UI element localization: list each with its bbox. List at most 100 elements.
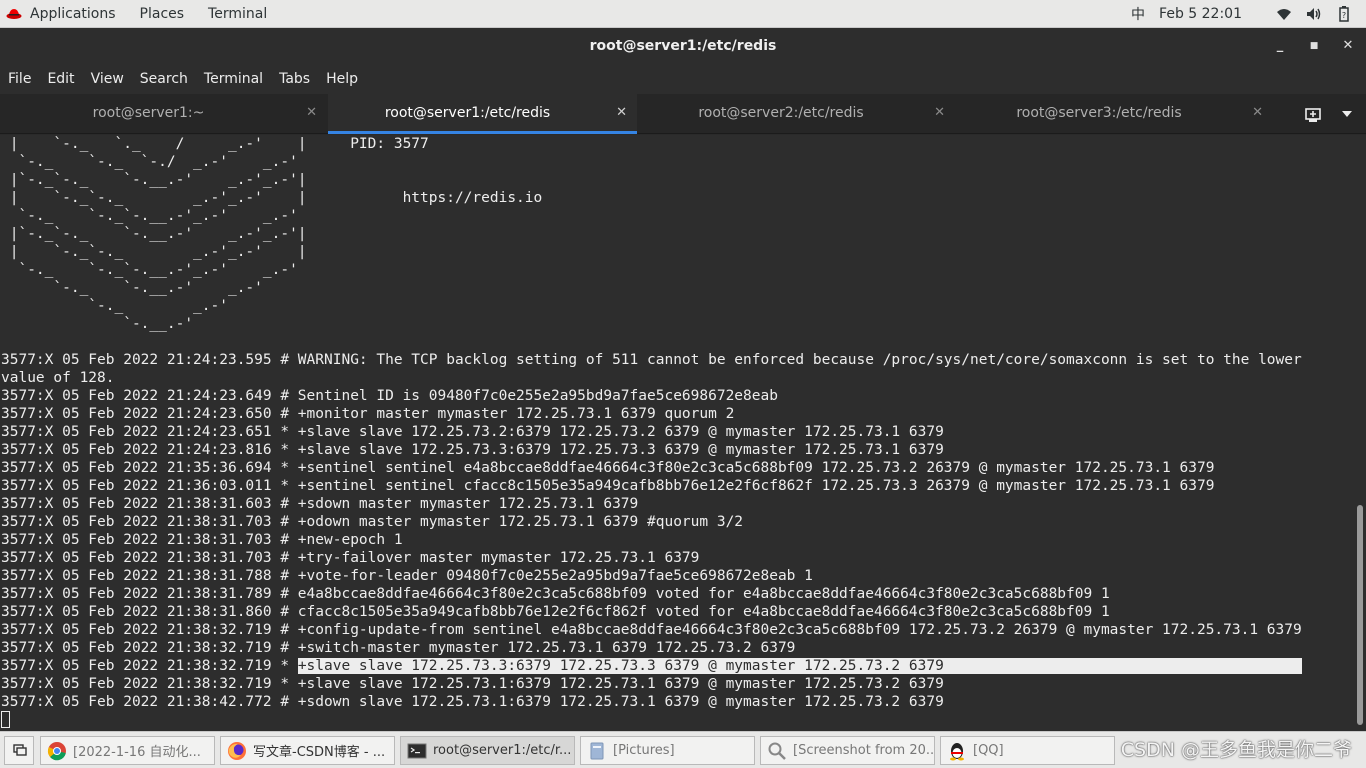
taskbar-item-chrome[interactable]: [2022-1-16 自动化... — [40, 736, 215, 765]
taskbar-item-label: root@server1:/etc/r... — [433, 743, 572, 758]
terminal-line-prefix: 3577:X 05 Feb 2022 21:38:32.719 * — [1, 658, 298, 674]
terminal-line: `-.__.-' — [1, 316, 194, 332]
terminal-prompt-line — [1, 711, 1302, 729]
folder-icon — [590, 742, 604, 759]
taskbar-item-image-viewer[interactable]: [Screenshot from 20... — [760, 736, 935, 765]
tab-label: root@server2:/etc/redis — [698, 105, 864, 121]
terminal-tabs: root@server1:~ ✕ root@server1:/etc/redis… — [0, 94, 1366, 134]
terminal-line: 3577:X 05 Feb 2022 21:24:23.650 # +monit… — [1, 406, 735, 422]
gnome-top-bar: Applications Places Terminal 中 Feb 5 22:… — [0, 0, 1366, 28]
terminal-line: | `-._ `._ / _.-' | PID: 3577 — [1, 136, 429, 152]
taskbar-item-firefox[interactable]: 写文章-CSDN博客 - ... — [220, 736, 395, 765]
tab-label: root@server1:~ — [92, 105, 205, 121]
terminal-line: value of 128. — [1, 370, 115, 386]
applications-menu[interactable]: Applications — [6, 6, 116, 22]
terminal-line: 3577:X 05 Feb 2022 21:38:31.703 # +new-e… — [1, 532, 403, 548]
input-method-indicator[interactable]: 中 — [1131, 4, 1145, 24]
terminal-cursor — [1, 711, 10, 728]
terminal-scrollbar[interactable] — [1357, 505, 1363, 725]
taskbar-item-label: [QQ] — [973, 743, 1004, 758]
places-menu[interactable]: Places — [140, 6, 185, 22]
terminal-line: 3577:X 05 Feb 2022 21:38:31.703 # +try-f… — [1, 550, 700, 566]
tab-server1-redis[interactable]: root@server1:/etc/redis ✕ — [328, 94, 637, 134]
terminal-line: 3577:X 05 Feb 2022 21:38:31.860 # cfacc8… — [1, 604, 1110, 620]
terminal-line: 3577:X 05 Feb 2022 21:38:42.772 # +sdown… — [1, 694, 944, 710]
terminal-line: `-._ `-._`-.__.-'_.-' _.-' — [1, 262, 298, 278]
show-desktop-button[interactable] — [4, 736, 34, 765]
places-label: Places — [139, 6, 185, 22]
terminal-line: 3577:X 05 Feb 2022 21:38:31.703 # +odown… — [1, 514, 744, 530]
terminal-line: 3577:X 05 Feb 2022 21:38:32.719 # +switc… — [1, 640, 796, 656]
redhat-icon — [6, 9, 22, 19]
svg-text:?: ? — [1342, 11, 1346, 20]
taskbar-item-label: [2022-1-16 自动化... — [73, 745, 201, 760]
terminal-line: |`-._`-._ `-.__.-' _.-'_.-'| — [1, 226, 307, 242]
window-title: root@server1:/etc/redis — [589, 38, 777, 54]
show-desktop-icon — [13, 744, 27, 756]
csdn-watermark: CSDN @王多鱼我是你二爷 — [1120, 739, 1352, 761]
tab-label: root@server3:/etc/redis — [1016, 105, 1182, 121]
terminal-output[interactable]: | `-._ `._ / _.-' | PID: 3577 `-._ `-._ … — [0, 135, 1366, 731]
qq-icon — [950, 742, 964, 760]
terminal-text: | `-._ `._ / _.-' | PID: 3577 `-._ `-._ … — [1, 135, 1302, 729]
clock[interactable]: Feb 5 22:01 — [1159, 6, 1242, 22]
menu-file[interactable]: File — [8, 71, 31, 87]
battery-icon[interactable]: ? — [1336, 6, 1352, 22]
chrome-icon — [47, 741, 66, 760]
terminal-line: `-._ `-._`-.__.-'_.-' _.-' — [1, 208, 298, 224]
menu-terminal[interactable]: Terminal — [204, 71, 263, 87]
taskbar-item-qq[interactable]: [QQ] — [940, 736, 1115, 765]
close-tab-icon[interactable]: ✕ — [306, 94, 317, 132]
minimize-button[interactable]: _ — [1271, 37, 1289, 55]
close-tab-icon[interactable]: ✕ — [1252, 94, 1263, 132]
tab-server2-redis[interactable]: root@server2:/etc/redis ✕ — [637, 94, 955, 134]
close-window-button[interactable]: ✕ — [1339, 37, 1357, 55]
active-tab-indicator — [328, 131, 637, 134]
terminal-line: 3577:X 05 Feb 2022 21:24:23.651 * +slave… — [1, 424, 944, 440]
terminal-line: 3577:X 05 Feb 2022 21:35:36.694 * +senti… — [1, 460, 1215, 476]
terminal-line: 3577:X 05 Feb 2022 21:38:31.603 # +sdown… — [1, 496, 639, 512]
tab-server3-redis[interactable]: root@server3:/etc/redis ✕ — [955, 94, 1273, 134]
terminal-line: 3577:X 05 Feb 2022 21:24:23.816 * +slave… — [1, 442, 944, 458]
terminal-line: | `-._`-._ _.-'_.-' | — [1, 244, 307, 260]
terminal-line: 3577:X 05 Feb 2022 21:36:03.011 * +senti… — [1, 478, 1215, 494]
terminal-line: | `-._`-._ _.-'_.-' | https://redis.io — [1, 190, 543, 206]
terminal-line: 3577:X 05 Feb 2022 21:24:23.649 # Sentin… — [1, 388, 778, 404]
menu-search[interactable]: Search — [140, 71, 188, 87]
taskbar-item-label: [Screenshot from 20... — [793, 743, 935, 758]
menu-edit[interactable]: Edit — [47, 71, 74, 87]
menu-tabs[interactable]: Tabs — [279, 71, 310, 87]
terminal-line: 3577:X 05 Feb 2022 21:24:23.595 # WARNIN… — [1, 352, 1302, 368]
terminal-line: `-._ _.-' — [1, 298, 228, 314]
selected-text[interactable]: +slave slave 172.25.73.3:6379 172.25.73.… — [297, 658, 1302, 674]
terminal-line: 3577:X 05 Feb 2022 21:38:31.788 # +vote-… — [1, 568, 813, 584]
volume-icon[interactable] — [1306, 6, 1322, 22]
terminal-app-label: Terminal — [208, 6, 268, 22]
close-tab-icon[interactable]: ✕ — [616, 94, 627, 132]
firefox-icon — [228, 741, 246, 760]
applications-label: Applications — [30, 6, 116, 22]
taskbar-item-label: [Pictures] — [613, 743, 675, 758]
terminal-line: `-._ `-.__.-' _.-' — [1, 280, 263, 296]
tab-list-dropdown-icon[interactable] — [1342, 110, 1352, 118]
taskbar-item-terminal[interactable]: root@server1:/etc/r... — [400, 736, 575, 765]
close-tab-icon[interactable]: ✕ — [934, 94, 945, 132]
window-list-taskbar: [2022-1-16 自动化... 写文章-CSDN博客 - ... root@… — [0, 731, 1366, 768]
maximize-button[interactable]: ■ — [1305, 37, 1323, 55]
terminal-menubar: File Edit View Search Terminal Tabs Help — [0, 64, 1366, 94]
terminal-line: 3577:X 05 Feb 2022 21:38:31.789 # e4a8bc… — [1, 586, 1110, 602]
new-tab-icon[interactable] — [1304, 105, 1322, 123]
tab-tools — [1286, 94, 1366, 134]
image-viewer-icon — [768, 742, 786, 760]
taskbar-item-label: 写文章-CSDN博客 - ... — [253, 745, 386, 760]
taskbar-item-files[interactable]: [Pictures] — [580, 736, 755, 765]
wifi-icon[interactable] — [1276, 6, 1292, 22]
window-titlebar[interactable]: root@server1:/etc/redis _ ■ ✕ — [0, 28, 1366, 64]
terminal-line-selected: 3577:X 05 Feb 2022 21:38:32.719 * +slave… — [1, 657, 1302, 675]
menu-help[interactable]: Help — [326, 71, 358, 87]
terminal-line: 3577:X 05 Feb 2022 21:38:32.719 # +confi… — [1, 622, 1302, 638]
menu-view[interactable]: View — [91, 71, 124, 87]
terminal-app-menu[interactable]: Terminal — [208, 6, 267, 22]
tab-server1-home[interactable]: root@server1:~ ✕ — [0, 94, 327, 134]
